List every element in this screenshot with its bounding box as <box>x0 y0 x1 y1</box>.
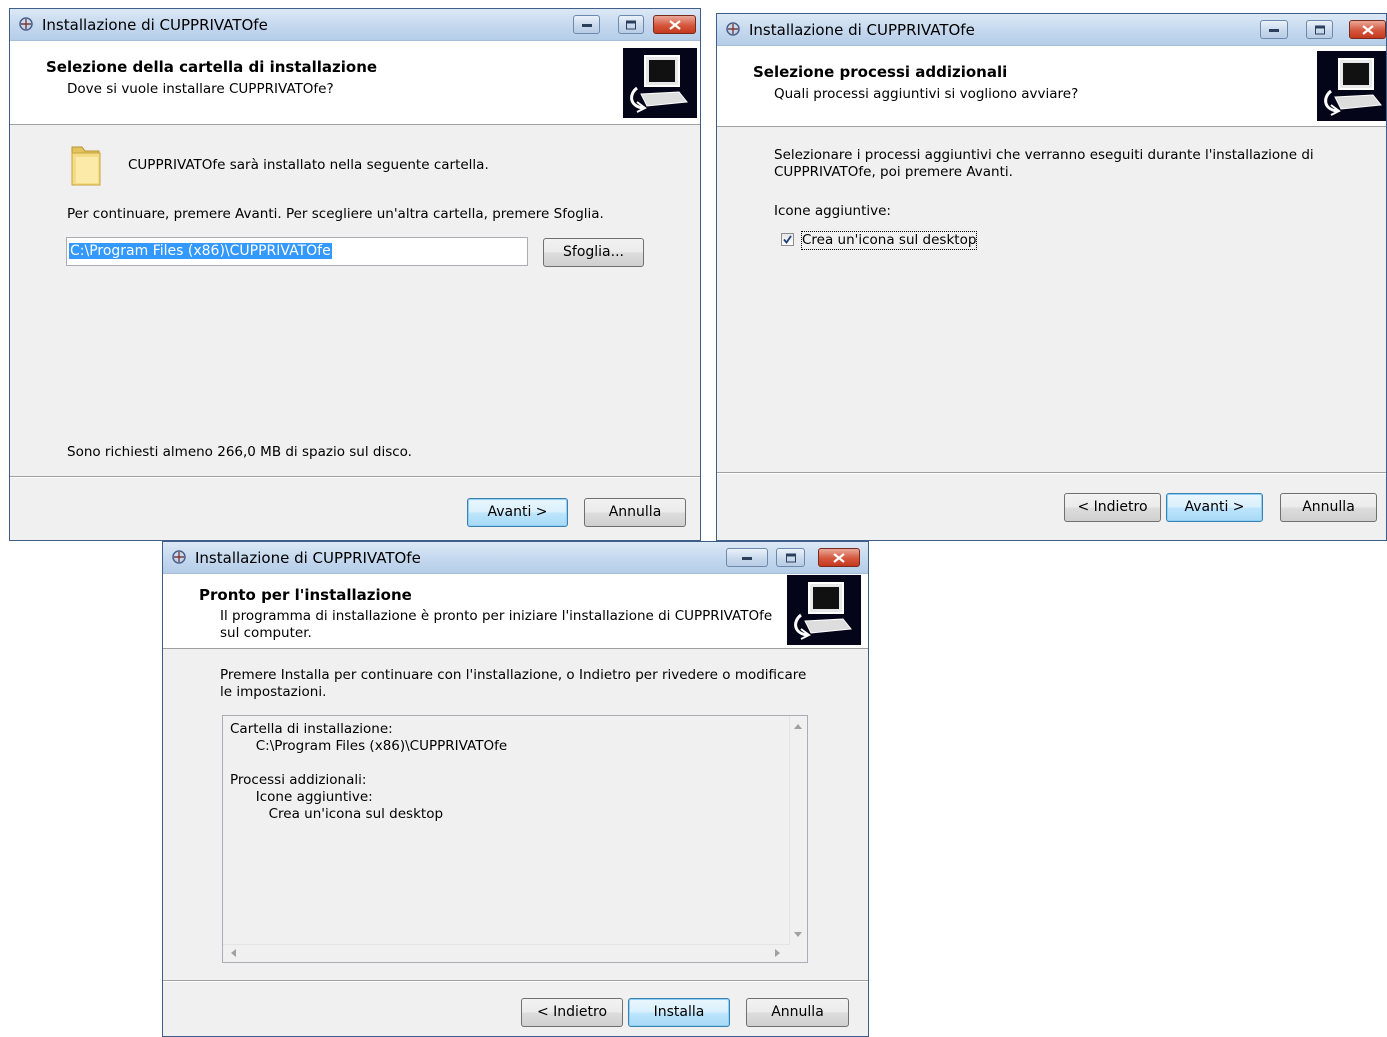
title-bar[interactable]: Installazione di CUPPRIVATOfe <box>717 14 1386 46</box>
cancel-button[interactable]: Annulla <box>1280 493 1377 522</box>
setup-app-icon <box>172 550 186 564</box>
folder-icon <box>71 146 101 186</box>
horizontal-scrollbar[interactable] <box>223 944 790 962</box>
group-label: Icone aggiuntive: <box>774 203 891 219</box>
minimize-icon <box>1269 28 1279 32</box>
minimize-icon <box>742 556 752 560</box>
page-subtitle-line-2: sul computer. <box>220 625 312 641</box>
scroll-arrow-icon <box>794 932 802 937</box>
setup-app-icon <box>19 17 33 31</box>
disk-space-text: Sono richiesti almeno 266,0 MB di spazio… <box>67 444 412 460</box>
page-title: Selezione processi addizionali <box>753 63 1008 81</box>
maximize-button[interactable] <box>776 548 805 567</box>
close-button[interactable] <box>818 548 860 567</box>
browse-button[interactable]: Sfoglia... <box>543 238 644 267</box>
back-button[interactable]: < Indietro <box>1064 493 1161 522</box>
wizard-computer-icon <box>623 48 697 118</box>
page-title: Selezione della cartella di installazion… <box>46 58 378 76</box>
instruction-text: Per continuare, premere Avanti. Per sceg… <box>67 206 604 222</box>
close-icon <box>1361 24 1374 35</box>
maximize-icon <box>785 553 796 562</box>
next-button[interactable]: Avanti > <box>467 498 568 527</box>
minimize-button[interactable] <box>573 15 600 34</box>
wizard-header: Selezione processi addizionali Quali pro… <box>717 46 1386 127</box>
window-title: Installazione di CUPPRIVATOfe <box>42 16 268 34</box>
window-select-folder: Installazione di CUPPRIVATOfe Selezione … <box>9 8 701 541</box>
cancel-button[interactable]: Annulla <box>584 498 686 527</box>
minimize-button[interactable] <box>726 548 768 567</box>
instruction-line-1: Selezionare i processi aggiuntivi che ve… <box>774 147 1314 163</box>
wizard-header: Pronto per l'installazione Il programma … <box>163 574 868 649</box>
close-icon <box>668 19 681 30</box>
page-title: Pronto per l'installazione <box>199 586 412 604</box>
desktop-icon-checkbox[interactable] <box>781 233 794 246</box>
maximize-icon <box>1314 25 1325 34</box>
checkmark-icon <box>783 235 792 244</box>
install-path-value: C:\Program Files (x86)\CUPPRIVATOfe <box>69 243 332 259</box>
page-subtitle: Quali processi aggiuntivi si vogliono av… <box>774 86 1079 102</box>
page-subtitle: Dove si vuole installare CUPPRIVATOfe? <box>67 81 334 97</box>
install-button[interactable]: Installa <box>628 998 730 1027</box>
title-bar[interactable]: Installazione di CUPPRIVATOfe <box>163 542 868 574</box>
wizard-computer-icon <box>1317 51 1386 121</box>
instruction-line-2: le impostazioni. <box>220 684 327 700</box>
back-button[interactable]: < Indietro <box>521 998 623 1027</box>
instruction-line-2: CUPPRIVATOfe, poi premere Avanti. <box>774 164 1013 180</box>
vertical-scrollbar[interactable] <box>789 716 807 945</box>
close-icon <box>833 552 845 563</box>
maximize-button[interactable] <box>1306 20 1333 39</box>
instruction-line-1: Premere Installa per continuare con l'in… <box>220 667 807 683</box>
wizard-computer-icon <box>787 575 861 645</box>
page-subtitle-line-1: Il programma di installazione è pronto p… <box>220 608 773 624</box>
close-button[interactable] <box>1349 20 1386 39</box>
folder-message: CUPPRIVATOfe sarà installato nella segue… <box>128 157 489 173</box>
window-title: Installazione di CUPPRIVATOfe <box>195 549 421 567</box>
minimize-button[interactable] <box>1260 20 1288 39</box>
window-ready-to-install: Installazione di CUPPRIVATOfe Pronto per… <box>162 541 869 1037</box>
checkbox-label[interactable]: Crea un'icona sul desktop <box>800 231 978 250</box>
window-title: Installazione di CUPPRIVATOfe <box>749 21 975 39</box>
maximize-icon <box>626 20 636 29</box>
scroll-arrow-icon <box>775 949 780 957</box>
close-button[interactable] <box>653 15 696 34</box>
maximize-button[interactable] <box>618 15 644 34</box>
scroll-arrow-icon <box>231 949 236 957</box>
summary-text: Cartella di installazione: C:\Program Fi… <box>230 721 508 822</box>
scroll-arrow-icon <box>794 724 802 729</box>
title-bar[interactable]: Installazione di CUPPRIVATOfe <box>10 9 700 41</box>
minimize-icon <box>581 23 592 27</box>
next-button[interactable]: Avanti > <box>1166 493 1263 522</box>
wizard-header: Selezione della cartella di installazion… <box>10 41 700 125</box>
summary-memo[interactable]: Cartella di installazione: C:\Program Fi… <box>222 715 808 963</box>
install-path-field[interactable]: C:\Program Files (x86)\CUPPRIVATOfe <box>66 237 528 266</box>
window-additional-tasks: Installazione di CUPPRIVATOfe Selezione … <box>716 13 1387 541</box>
cancel-button[interactable]: Annulla <box>746 998 849 1027</box>
setup-app-icon <box>726 22 740 36</box>
